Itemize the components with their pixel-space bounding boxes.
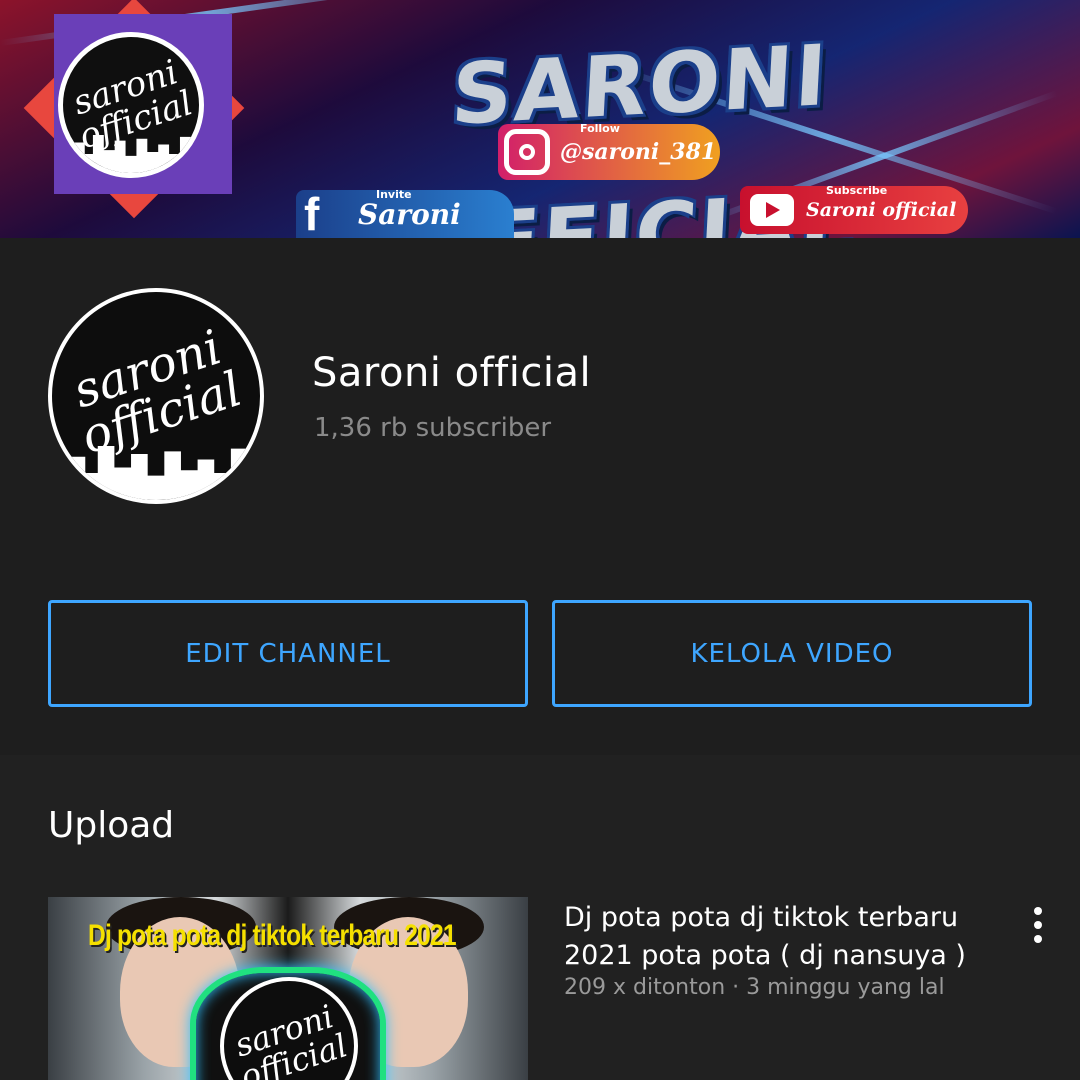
video-thumbnail[interactable]: saroni official Dj pota pota dj tiktok t… [48,897,528,1080]
instagram-badge: Follow @saroni_381 [498,122,720,180]
channel-avatar[interactable]: saroni official [48,288,264,504]
youtube-play-icon [750,194,794,226]
banner-logo: saroni official [58,32,204,178]
facebook-icon: f [304,188,320,238]
uploads-section: Upload saroni official Dj pota pota dj t… [0,755,1080,1080]
channel-banner: saroni official SARONI OFFICIAL Follow @… [0,0,1080,238]
instagram-caption: Follow [580,122,620,135]
manage-videos-button[interactable]: KELOLA VIDEO [552,600,1032,707]
channel-name: Saroni official [312,350,592,396]
menu-dot [1034,935,1042,943]
instagram-handle: @saroni_381 [560,139,717,165]
youtube-caption: Subscribe [826,184,888,197]
facebook-caption: Invite [376,188,412,201]
instagram-icon [504,129,550,175]
video-meta: 209 x ditonton · 3 minggu yang lal [564,975,945,1000]
thumbnail-logo: saroni official [220,977,358,1080]
facebook-name: Saroni [358,197,461,231]
youtube-badge: Subscribe Saroni official [740,184,968,234]
channel-header: saroni official Saroni official 1,36 rb … [0,238,1080,755]
subscriber-count: 1,36 rb subscriber [314,413,552,443]
thumbnail-text: Dj pota pota dj tiktok terbaru 2021 [88,919,457,952]
menu-dot [1034,921,1042,929]
more-vertical-icon[interactable] [1022,903,1054,947]
video-title[interactable]: Dj pota pota dj tiktok terbaru 2021 pota… [564,899,1004,975]
edit-channel-button[interactable]: EDIT CHANNEL [48,600,528,707]
thumbnail-logo-text: saroni official [224,981,354,1080]
youtube-name: Saroni official [806,199,957,221]
facebook-badge: Invite f Saroni [296,188,514,238]
video-list-item[interactable]: saroni official Dj pota pota dj tiktok t… [0,897,1080,1080]
section-title: Upload [48,805,175,846]
menu-dot [1034,907,1042,915]
